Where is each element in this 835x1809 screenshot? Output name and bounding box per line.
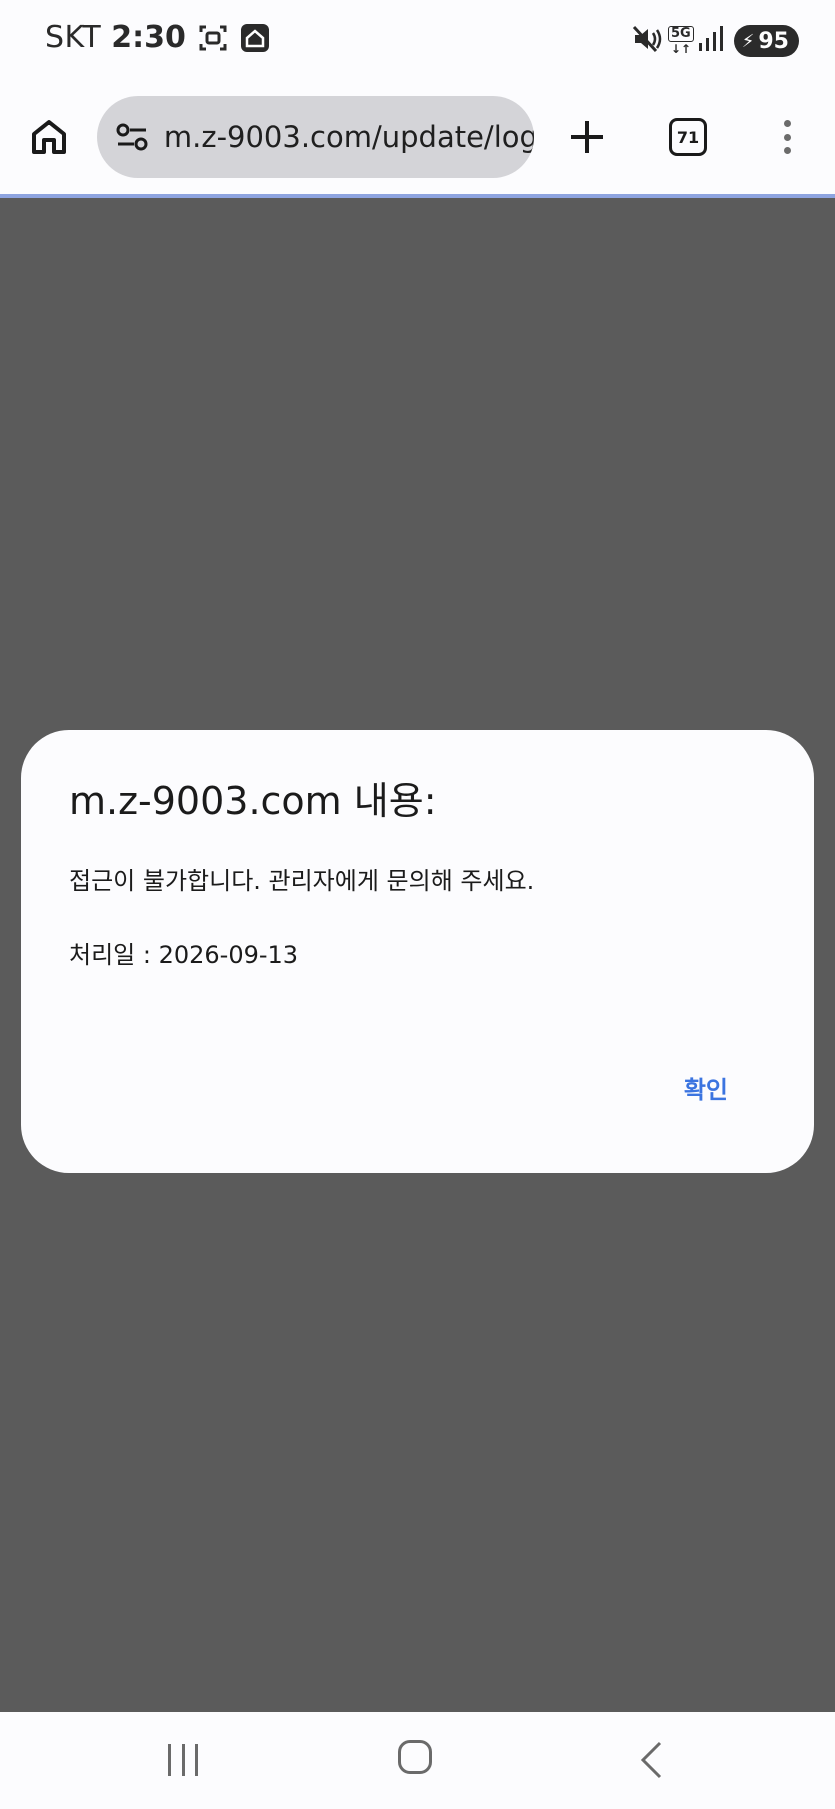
- carrier-label: SKT: [45, 20, 102, 55]
- battery-level: 95: [758, 28, 789, 54]
- status-bar: SKT 2:30 5G ↓↑ ⚡ 95: [0, 0, 835, 86]
- more-menu-icon-dot: [783, 147, 791, 154]
- dialog-title: m.z-9003.com 내용:: [69, 779, 437, 823]
- browser-toolbar: m.z-9003.com/update/logi 71: [0, 86, 835, 194]
- network-label: 5G: [668, 26, 694, 42]
- dialog-message-line: 접근이 불가합니다. 관리자에게 문의해 주세요.: [69, 867, 535, 895]
- clock: 2:30: [111, 20, 186, 55]
- status-left: SKT 2:30: [45, 20, 270, 55]
- screenshot-icon: [198, 23, 228, 53]
- home-status-icon: [240, 23, 270, 53]
- more-menu-icon-dot: [783, 133, 791, 141]
- confirm-button[interactable]: 확인: [684, 1070, 728, 1105]
- system-nav-bar: [0, 1712, 835, 1809]
- bolt-icon: ⚡: [741, 30, 755, 52]
- address-bar[interactable]: m.z-9003.com/update/logi: [97, 96, 534, 178]
- more-menu-button[interactable]: [770, 114, 804, 160]
- home-icon: [32, 120, 66, 154]
- new-tab-button[interactable]: [564, 114, 610, 160]
- signal-icon: [698, 25, 724, 57]
- more-menu-icon-dot: [783, 120, 791, 127]
- mute-icon: [632, 24, 664, 58]
- new-tab-icon: [571, 121, 603, 153]
- network-5g-icon: 5G ↓↑: [668, 26, 694, 56]
- back-icon[interactable]: [636, 1740, 666, 1780]
- status-right: 5G ↓↑ ⚡ 95: [632, 24, 799, 58]
- tab-count: 71: [676, 127, 700, 147]
- site-settings-icon[interactable]: [115, 119, 150, 155]
- alert-dialog: m.z-9003.com 내용: 접근이 불가합니다. 관리자에게 문의해 주세…: [21, 730, 814, 1173]
- home-button[interactable]: [26, 114, 72, 160]
- dialog-message-line: 처리일 : 2026-09-13: [69, 941, 299, 969]
- battery-charging-icon: ⚡ 95: [733, 25, 799, 57]
- tab-switcher-button[interactable]: 71: [669, 118, 707, 156]
- url-text[interactable]: m.z-9003.com/update/logi: [164, 120, 534, 154]
- home-nav-icon[interactable]: [398, 1740, 432, 1774]
- recent-apps-icon[interactable]: [168, 1744, 198, 1776]
- dialog-message: 접근이 불가합니다. 관리자에게 문의해 주세요. 처리일 : 2026-09-…: [69, 862, 769, 974]
